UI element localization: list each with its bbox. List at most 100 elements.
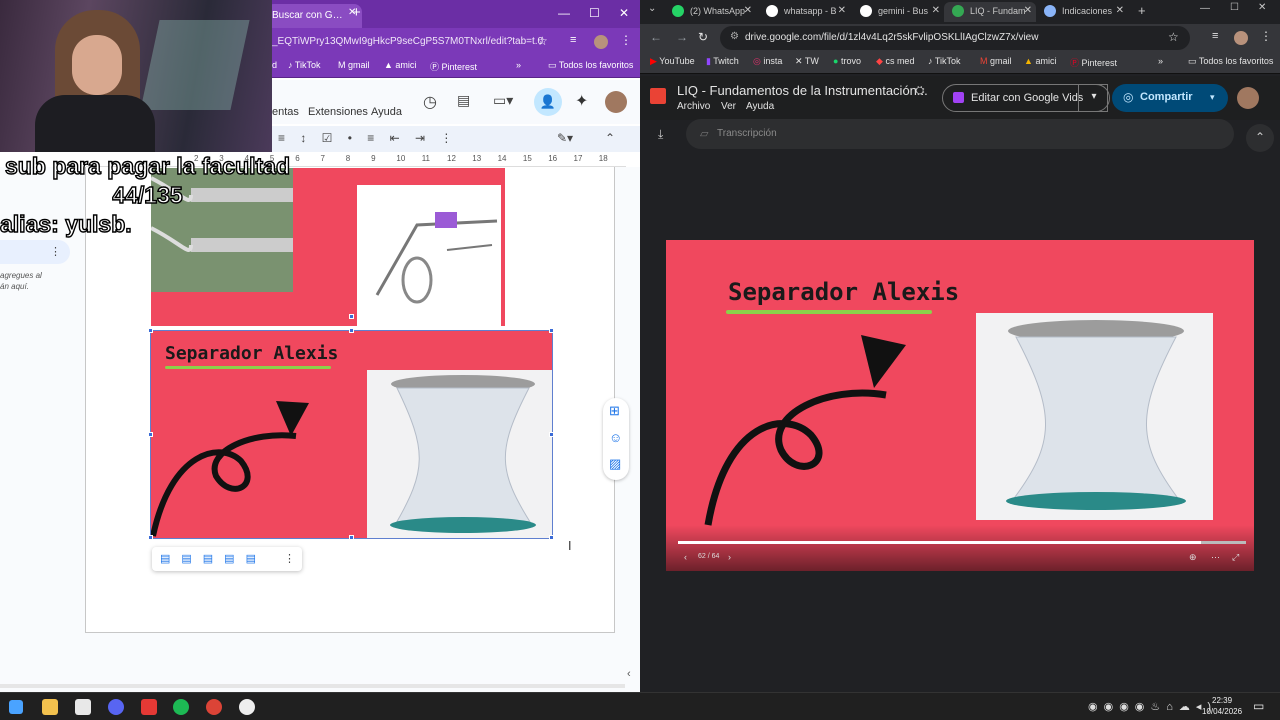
fullscreen-icon[interactable]: ⤢ xyxy=(1232,552,1239,563)
next-slide-icon[interactable]: › xyxy=(728,552,731,562)
tab-gemini-search[interactable]: gemini - Bus ✕ xyxy=(852,2,944,22)
edit-dropdown-icon[interactable]: ▾ xyxy=(1078,84,1110,112)
menu-view[interactable]: Ver xyxy=(721,101,736,112)
suggest-icon[interactable]: ▨ xyxy=(609,456,621,472)
tab-close-icon[interactable]: ✕ xyxy=(932,5,940,16)
menu-icon[interactable]: ⋮ xyxy=(1260,29,1272,43)
bookmark-pinterest[interactable]: Ⓟ Pinterest xyxy=(1070,56,1117,69)
resize-handle[interactable] xyxy=(148,535,153,540)
windows-start-icon[interactable] xyxy=(9,700,23,714)
menu-icon[interactable]: ⋮ xyxy=(620,33,632,47)
bookmark-tiktok[interactable]: ♪ TikTok xyxy=(288,60,321,70)
tab-whatsapp-search[interactable]: whatsapp - B ✕ xyxy=(758,2,850,22)
history-icon[interactable]: ◷ xyxy=(423,92,437,112)
resize-handle[interactable] xyxy=(148,328,153,333)
bookmark[interactable]: d xyxy=(272,60,277,70)
store-icon[interactable] xyxy=(75,699,91,715)
download-icon[interactable]: ⤓ xyxy=(658,127,663,142)
wrap-options-icons[interactable]: ▤▤▤▤▤ xyxy=(160,552,267,565)
collapse-icon[interactable]: ⌃ xyxy=(605,131,615,145)
chrome-icon[interactable] xyxy=(206,699,222,715)
bookmark-amici[interactable]: ▲ amici xyxy=(1024,56,1056,66)
tray-icons[interactable]: ◉◉◉◉♨⌂☁◂) xyxy=(1088,700,1217,713)
progress-track[interactable] xyxy=(678,541,1246,544)
tab-close-icon[interactable]: ✕ xyxy=(838,5,846,16)
resize-handle[interactable] xyxy=(349,535,354,540)
tab-liq-active[interactable]: LIQ - Fundam ✕ xyxy=(944,2,1036,22)
chevron-right-icon[interactable]: » xyxy=(1158,56,1163,66)
resize-handle[interactable] xyxy=(349,328,354,333)
account-avatar[interactable] xyxy=(1237,87,1259,109)
bookmark-tiktok[interactable]: ♪ TikTok xyxy=(928,56,961,66)
spotify-icon[interactable] xyxy=(173,699,189,715)
menu-extensions[interactable]: Extensiones xyxy=(308,106,368,118)
more-icon[interactable]: ⋮ xyxy=(50,245,61,258)
playlist-icon[interactable]: ≡ xyxy=(570,34,576,46)
tab-search-icon[interactable]: ⌄ xyxy=(648,3,656,14)
resize-handle[interactable] xyxy=(549,432,554,437)
file-explorer-icon[interactable] xyxy=(42,699,58,715)
zoom-icon[interactable]: ⊕ xyxy=(1189,552,1197,563)
tab-close-icon[interactable]: ✕ xyxy=(744,5,752,16)
tab-whatsapp[interactable]: (2) WhatsApp ✕ xyxy=(664,2,756,22)
resize-handle[interactable] xyxy=(549,328,554,333)
notification-icon[interactable]: ▭ xyxy=(1253,699,1264,713)
close-window-icon[interactable]: ✕ xyxy=(1258,2,1266,13)
collapse-icon[interactable]: ⌃ xyxy=(1246,124,1274,152)
prev-slide-icon[interactable]: ‹ xyxy=(684,552,687,562)
reload-icon[interactable]: ↻ xyxy=(698,30,708,44)
minimize-icon[interactable]: — xyxy=(558,6,570,20)
url-field[interactable]: ⚙ drive.google.com/file/d/1zl4v4Lq2r5skF… xyxy=(720,26,1190,50)
emoji-icon[interactable]: ☺ xyxy=(609,430,622,445)
add-comment-icon[interactable]: ⊞ xyxy=(609,403,620,419)
share-button[interactable]: ◎ Compartir ▾ xyxy=(1112,84,1228,112)
bookmarks-folder[interactable]: ▭ Todos los favoritos xyxy=(1188,56,1273,67)
format-icons[interactable]: ≡ ↕ ☑ • ≡ ⇤ ⇥ ⋮ xyxy=(278,131,458,145)
bookmarks-folder[interactable]: ▭ Todos los favoritos xyxy=(548,60,633,71)
doc-image-alexis[interactable]: Separador Alexis xyxy=(148,328,554,540)
star-icon[interactable]: ☆ xyxy=(1168,30,1179,44)
slide-preview[interactable]: Separador Alexis xyxy=(666,240,1254,571)
bookmark-trovo[interactable]: ● trovo xyxy=(833,56,861,66)
gemini-icon[interactable]: ✦ xyxy=(575,91,588,111)
tab-indicaciones[interactable]: Indicaciones ✕ xyxy=(1036,2,1128,22)
maximize-icon[interactable]: ☐ xyxy=(589,6,600,20)
doc-title[interactable]: LIQ - Fundamentos de la Instrumentación.… xyxy=(677,83,928,98)
bookmark-insta[interactable]: ◎ insta xyxy=(753,56,782,67)
more-options-icon[interactable]: ⋮ xyxy=(284,552,295,565)
comment-icon[interactable]: ▤ xyxy=(457,92,470,109)
close-window-icon[interactable]: ✕ xyxy=(619,6,629,20)
add-tab-icon[interactable]: + xyxy=(1138,3,1146,18)
back-icon[interactable]: ← xyxy=(650,30,662,44)
bookmark-gmail[interactable]: M gmail xyxy=(338,60,370,70)
menu-file[interactable]: Archivo xyxy=(677,101,710,112)
bookmark-gmail[interactable]: M gmail xyxy=(980,56,1012,66)
maximize-icon[interactable]: ☐ xyxy=(1230,2,1239,13)
share-dropdown-icon[interactable]: ▾ xyxy=(1210,92,1215,103)
menu-help[interactable]: Ayuda xyxy=(746,101,774,112)
add-tab-icon[interactable]: + xyxy=(352,4,361,21)
bookmark-csmed[interactable]: ◆ cs med xyxy=(876,56,914,67)
account-avatar[interactable] xyxy=(605,91,627,113)
bookmark-pinterest[interactable]: Ⓟ Pinterest xyxy=(430,60,477,73)
profile-avatar[interactable] xyxy=(594,35,608,49)
profile-avatar[interactable] xyxy=(1234,31,1248,45)
tab-close-icon[interactable]: ✕ xyxy=(1024,5,1032,16)
url-field[interactable]: _EQTiWPry13QMwI9gHkcP9seCgP5S7M0TNxrl/ed… xyxy=(272,33,562,51)
transcript-bar[interactable]: ▱ Transcripción xyxy=(686,119,1234,149)
resize-handle[interactable] xyxy=(349,314,354,319)
menu-tools[interactable]: entas xyxy=(272,106,299,118)
obs-icon[interactable] xyxy=(239,699,255,715)
resize-handle[interactable] xyxy=(148,432,153,437)
playlist-icon[interactable]: ≡ xyxy=(1212,30,1218,42)
tab-close-icon[interactable]: ✕ xyxy=(1116,5,1124,16)
video-call-icon[interactable]: ▭▾ xyxy=(493,92,513,109)
horizontal-scrollbar[interactable] xyxy=(0,684,625,688)
bookmark-tw[interactable]: ✕ TW xyxy=(795,56,819,67)
bookmark-youtube[interactable]: ▶ YouTube xyxy=(650,56,695,67)
chevron-right-icon[interactable]: » xyxy=(516,60,521,70)
resize-handle[interactable] xyxy=(549,535,554,540)
site-info-icon[interactable]: ⚙ xyxy=(730,31,739,42)
menu-help[interactable]: Ayuda xyxy=(371,106,402,118)
bookmark-amici[interactable]: ▲ amici xyxy=(384,60,416,70)
